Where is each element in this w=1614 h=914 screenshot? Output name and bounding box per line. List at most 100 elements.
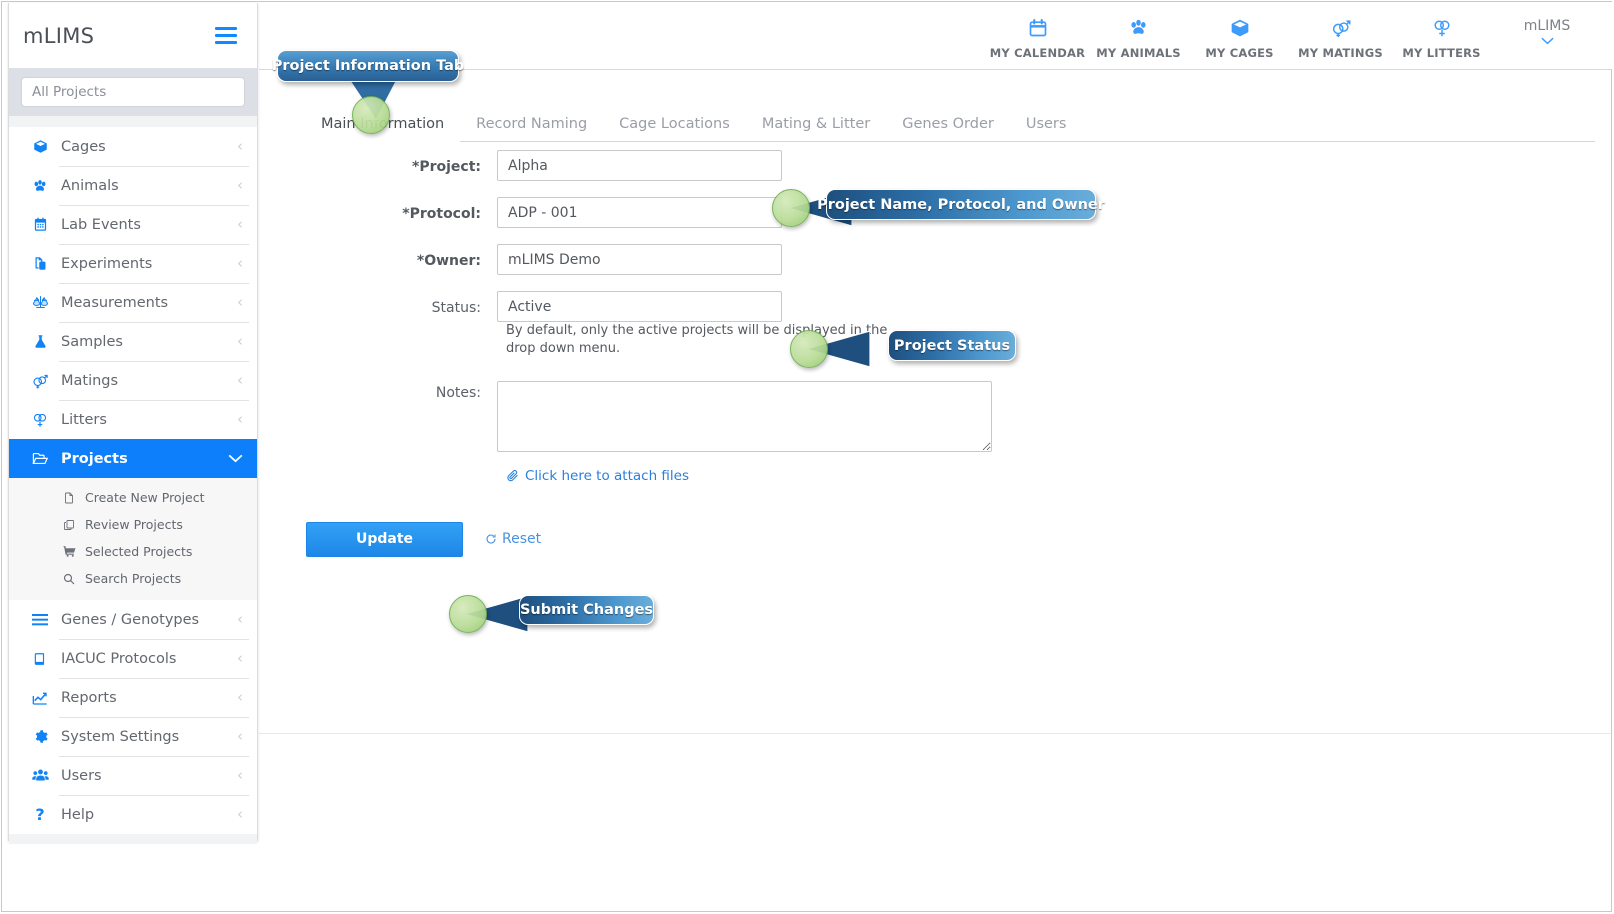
update-button[interactable]: Update <box>306 521 463 557</box>
mating-icon <box>27 372 53 390</box>
folder-open-icon <box>27 450 53 467</box>
owner-input[interactable] <box>497 244 782 275</box>
tab-genes-order[interactable]: Genes Order <box>886 116 1010 142</box>
calendar-icon <box>987 16 1088 40</box>
sidebar-item-label: Reports <box>61 689 117 706</box>
sidebar-item-label: System Settings <box>61 728 180 745</box>
sidebar-item-matings[interactable]: Matings ‹ <box>9 361 257 400</box>
callout-project-name-protocol-owner: Project Name, Protocol, and Owner <box>817 189 1105 220</box>
chevron-left-icon: ‹ <box>237 137 243 155</box>
submenu-item-label: Create New Project <box>85 490 205 505</box>
chevron-left-icon: ‹ <box>237 766 243 784</box>
chevron-left-icon: ‹ <box>237 215 243 233</box>
marker-dot-tab <box>352 96 390 134</box>
chevron-down-icon <box>1492 35 1602 48</box>
sidebar-item-label: Lab Events <box>61 216 141 233</box>
notes-textarea[interactable] <box>497 380 992 452</box>
flask-doc-icon <box>27 256 53 271</box>
content-divider <box>259 733 1611 734</box>
calendar-icon <box>27 217 53 232</box>
sidebar-item-experiments[interactable]: Experiments ‹ <box>9 244 257 283</box>
submenu-item-label: Review Projects <box>85 517 183 532</box>
tab-bar: Main Information Record Naming Cage Loca… <box>305 106 1595 142</box>
sidebar: mLIMS Cages ‹ Animals ‹ <box>8 3 258 844</box>
chevron-left-icon: ‹ <box>237 371 243 389</box>
question-icon: ? <box>35 805 45 824</box>
sidebar-search-wrap <box>9 68 257 116</box>
sidebar-brand-bar: mLIMS <box>9 3 257 68</box>
users-icon <box>27 768 53 783</box>
sidebar-item-label: Samples <box>61 333 123 350</box>
tab-cage-locations[interactable]: Cage Locations <box>603 116 746 142</box>
chevron-left-icon: ‹ <box>237 332 243 350</box>
submenu-item-selected-projects[interactable]: Selected Projects <box>9 538 257 565</box>
hamburger-icon[interactable] <box>215 23 237 48</box>
chevron-left-icon: ‹ <box>237 176 243 194</box>
project-label: *Project: <box>412 159 481 175</box>
sidebar-item-system-settings[interactable]: System Settings ‹ <box>9 717 257 756</box>
form-row-owner: *Owner: <box>259 244 1611 275</box>
callout-project-status: Project Status <box>888 330 1016 361</box>
top-nav-my-calendar[interactable]: MY CALENDAR <box>987 12 1088 60</box>
top-nav-label: MY CAGES <box>1205 45 1274 60</box>
top-nav-my-cages[interactable]: MY CAGES <box>1189 12 1290 60</box>
sidebar-item-animals[interactable]: Animals ‹ <box>9 166 257 205</box>
project-input[interactable] <box>497 150 782 181</box>
sidebar-item-lab-events[interactable]: Lab Events ‹ <box>9 205 257 244</box>
callout-submit-changes: Submit Changes <box>519 595 654 625</box>
cube-icon <box>27 139 53 154</box>
paw-icon <box>27 178 53 194</box>
top-nav-label: MY CALENDAR <box>989 45 1086 60</box>
search-input[interactable] <box>21 77 245 107</box>
form-actions: Update Reset <box>306 521 1611 557</box>
submenu-item-label: Search Projects <box>85 571 182 586</box>
sidebar-item-label: Cages <box>61 138 106 155</box>
sidebar-item-measurements[interactable]: Measurements ‹ <box>9 283 257 322</box>
chevron-left-icon: ‹ <box>237 727 243 745</box>
mating-icon <box>1290 16 1391 40</box>
tab-record-naming[interactable]: Record Naming <box>460 116 604 142</box>
tab-bar-filler <box>1082 106 1595 142</box>
sidebar-item-label: Measurements <box>61 294 169 311</box>
submenu-item-create-new-project[interactable]: Create New Project <box>9 484 257 511</box>
top-nav-items: MY CALENDAR MY ANIMALS MY CAGES MY MATIN… <box>987 12 1492 60</box>
litters-icon <box>27 411 53 429</box>
status-input[interactable] <box>497 291 782 322</box>
form-row-project: *Project: <box>259 150 1611 181</box>
chevron-left-icon: ‹ <box>237 805 243 823</box>
attach-files-link[interactable]: Click here to attach files <box>506 468 1611 484</box>
file-icon <box>63 492 81 504</box>
balance-scale-icon <box>27 294 53 311</box>
chevron-down-icon <box>228 451 243 466</box>
sidebar-item-users[interactable]: Users ‹ <box>9 756 257 795</box>
submenu-item-label: Selected Projects <box>85 544 193 559</box>
sidebar-item-iacuc-protocols[interactable]: IACUC Protocols ‹ <box>9 639 257 678</box>
user-menu[interactable]: mLIMS <box>1492 18 1602 54</box>
submenu-item-search-projects[interactable]: Search Projects <box>9 565 257 592</box>
gear-icon <box>27 729 53 744</box>
chevron-left-icon: ‹ <box>237 293 243 311</box>
marker-dot-status <box>790 330 828 368</box>
reset-link[interactable]: Reset <box>485 531 541 547</box>
paw-icon <box>1088 16 1189 40</box>
sidebar-item-label: Matings <box>61 372 119 389</box>
submenu-item-review-projects[interactable]: Review Projects <box>9 511 257 538</box>
sidebar-item-genes-genotypes[interactable]: Genes / Genotypes ‹ <box>9 600 257 639</box>
top-nav-label: MY LITTERS <box>1402 45 1481 60</box>
protocol-input[interactable] <box>497 197 782 228</box>
tab-users[interactable]: Users <box>1009 116 1083 142</box>
sidebar-item-cages[interactable]: Cages ‹ <box>9 127 257 166</box>
sidebar-item-projects[interactable]: Projects <box>9 439 257 478</box>
sidebar-item-samples[interactable]: Samples ‹ <box>9 322 257 361</box>
sidebar-item-reports[interactable]: Reports ‹ <box>9 678 257 717</box>
top-nav-my-matings[interactable]: MY MATINGS <box>1290 12 1391 60</box>
sidebar-item-label: Help <box>61 806 95 823</box>
top-nav-my-litters[interactable]: MY LITTERS <box>1391 12 1492 60</box>
top-nav-my-animals[interactable]: MY ANIMALS <box>1088 12 1189 60</box>
sidebar-item-help[interactable]: ? Help ‹ <box>9 795 257 834</box>
sidebar-item-litters[interactable]: Litters ‹ <box>9 400 257 439</box>
tab-mating-litter[interactable]: Mating & Litter <box>745 116 887 142</box>
protocol-label: *Protocol: <box>402 206 481 222</box>
sidebar-item-label: IACUC Protocols <box>61 650 177 667</box>
projects-submenu: Create New Project Review Projects Selec… <box>9 478 257 600</box>
